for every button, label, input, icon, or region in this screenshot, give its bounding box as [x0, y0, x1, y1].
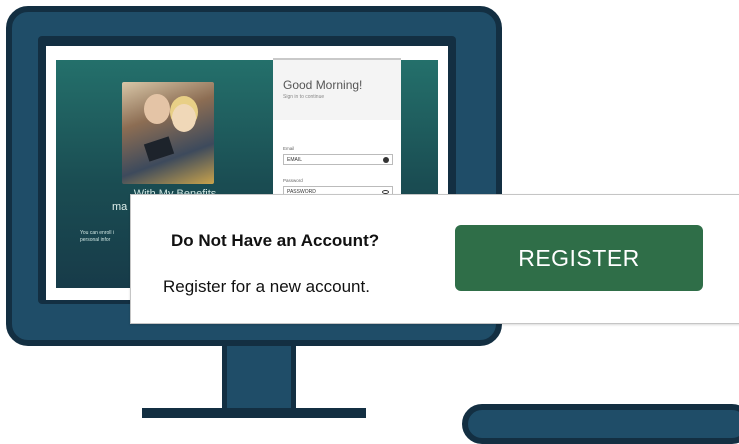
login-panel-header: Good Morning! Sign in to continue: [273, 60, 401, 120]
monitor-stand: [222, 346, 296, 410]
clear-icon[interactable]: [383, 157, 389, 163]
senior-couple-photo: [122, 82, 214, 184]
email-placeholder: EMAIL: [287, 157, 303, 163]
login-panel: Good Morning! Sign in to continue Email …: [273, 58, 401, 200]
tablet-figure: [143, 136, 175, 162]
email-field[interactable]: EMAIL: [283, 154, 393, 165]
monitor-base: [142, 408, 366, 418]
man-figure: [144, 94, 170, 124]
second-monitor-illustration: [462, 404, 739, 444]
left-heading-fragment: ma: [112, 201, 128, 213]
callout-subtitle: Register for a new account.: [163, 277, 370, 296]
left-small-text: You can enroll i personal infor: [80, 230, 115, 243]
email-label: Email: [283, 146, 295, 151]
greeting-text: Good Morning!: [283, 78, 363, 92]
callout-title: Do Not Have an Account?: [171, 231, 380, 250]
woman-figure: [172, 104, 196, 132]
signin-hint: Sign in to continue: [283, 94, 325, 100]
register-button[interactable]: REGISTER: [455, 225, 703, 291]
password-label: Password: [283, 178, 303, 183]
register-callout: Do Not Have an Account? Register for a n…: [130, 194, 739, 324]
